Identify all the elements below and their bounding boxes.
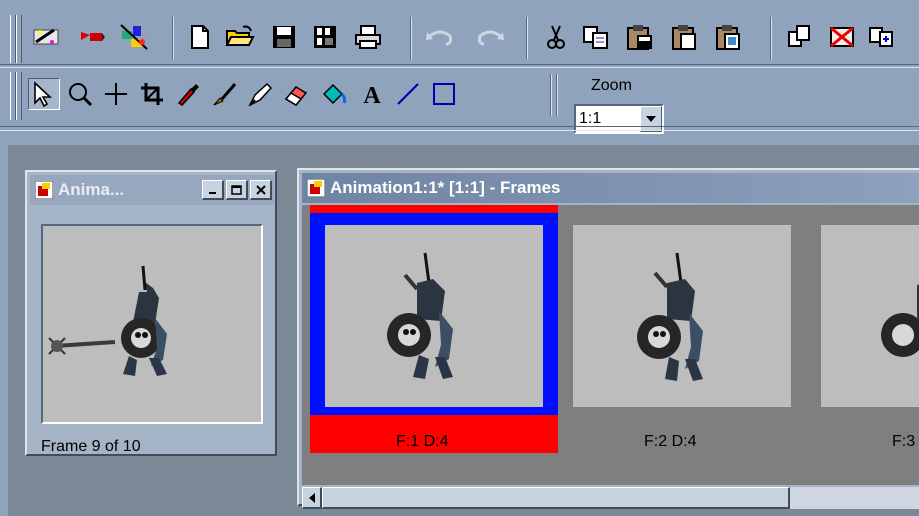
save-all-icon[interactable] — [310, 21, 342, 53]
knight-sprite-image — [387, 252, 453, 379]
paste-new-icon[interactable] — [668, 21, 700, 53]
pen-icon[interactable] — [244, 78, 276, 110]
frame-label: F:1 D:4 — [396, 433, 449, 450]
delete-frame-icon[interactable] — [826, 21, 858, 53]
scrollbar-thumb[interactable] — [322, 487, 790, 509]
minimize-icon[interactable] — [202, 180, 224, 200]
dropper-icon[interactable] — [172, 78, 204, 110]
toolbar-divider — [0, 64, 919, 68]
toolbar-grip[interactable] — [16, 72, 22, 120]
line-icon[interactable] — [392, 78, 424, 110]
frames-title: Animation1:1* [1:1] - Frames — [330, 178, 561, 197]
toolbar-separator — [526, 17, 528, 59]
print-icon[interactable] — [352, 21, 384, 53]
duplicate-icon[interactable] — [784, 21, 816, 53]
paste-frame-icon[interactable] — [712, 21, 744, 53]
effects-icon[interactable] — [118, 21, 150, 53]
rectangle-icon[interactable] — [428, 78, 460, 110]
preview-canvas — [41, 224, 263, 424]
zoom-label: Zoom — [591, 77, 632, 94]
preview-titlebar[interactable]: Anima... — [30, 175, 274, 205]
toolbar-bottom-edge — [0, 126, 919, 131]
frames-window: Animation1:1* [1:1] - Frames F:1 D:4 F:2… — [297, 168, 919, 509]
preview-window: Anima... Frame 9 of 10 — [25, 170, 277, 456]
app-icon — [307, 179, 325, 197]
crosshair-icon[interactable] — [100, 78, 132, 110]
toolbar-separator — [410, 17, 412, 59]
copy-icon[interactable] — [580, 21, 612, 53]
undo-icon[interactable] — [424, 21, 456, 53]
toolbar-area: A Zoom 1:1 — [0, 0, 919, 145]
svg-text:A: A — [363, 83, 381, 107]
close-icon[interactable] — [250, 180, 272, 200]
app-icon — [35, 181, 53, 199]
wizard-icon[interactable] — [30, 21, 62, 53]
frame-label: F:3 — [892, 433, 916, 450]
open-folder-icon[interactable] — [224, 21, 256, 53]
fill-icon[interactable] — [318, 78, 350, 110]
frame-thumbnail — [821, 225, 919, 407]
cut-icon[interactable] — [540, 21, 572, 53]
frame-cell[interactable]: F:3 — [806, 205, 919, 453]
zoom-icon[interactable] — [64, 78, 96, 110]
knight-sprite-image — [881, 284, 919, 357]
toolbar-grip[interactable] — [16, 15, 22, 63]
horizontal-scrollbar[interactable] — [302, 487, 919, 509]
brush-icon[interactable] — [208, 78, 240, 110]
toolbar-separator — [556, 74, 558, 116]
text-icon[interactable]: A — [356, 78, 388, 110]
crop-icon[interactable] — [136, 78, 168, 110]
toolbar-separator — [770, 17, 772, 59]
knight-sprite-image — [48, 265, 167, 376]
main-toolbar — [0, 13, 919, 65]
pointer-icon[interactable] — [28, 78, 60, 110]
frame-thumbnail — [325, 225, 543, 407]
toolbar-separator — [172, 17, 174, 59]
frame-thumbnail — [573, 225, 791, 407]
scroll-left-icon[interactable] — [302, 487, 322, 509]
frames-titlebar[interactable]: Animation1:1* [1:1] - Frames — [302, 173, 919, 203]
paste-icon[interactable] — [624, 21, 656, 53]
insert-frame-icon[interactable] — [866, 21, 898, 53]
save-icon[interactable] — [268, 21, 300, 53]
frame-cell[interactable]: F:2 D:4 — [558, 205, 806, 453]
eraser-icon[interactable] — [280, 78, 312, 110]
frames-strip: F:1 D:4 F:2 D:4 F:3 — [302, 205, 919, 485]
redo-icon[interactable] — [474, 21, 506, 53]
tools-toolbar: A — [0, 70, 919, 122]
knight-sprite-image — [637, 252, 703, 381]
frame-cell[interactable]: F:1 D:4 — [310, 205, 558, 453]
toolbar-separator — [550, 74, 552, 116]
new-file-icon[interactable] — [184, 21, 216, 53]
maximize-icon[interactable] — [226, 180, 248, 200]
preview-title: Anima... — [58, 180, 125, 199]
animation-icon[interactable] — [76, 21, 108, 53]
frame-status: Frame 9 of 10 — [41, 438, 141, 455]
frame-label: F:2 D:4 — [644, 433, 697, 450]
